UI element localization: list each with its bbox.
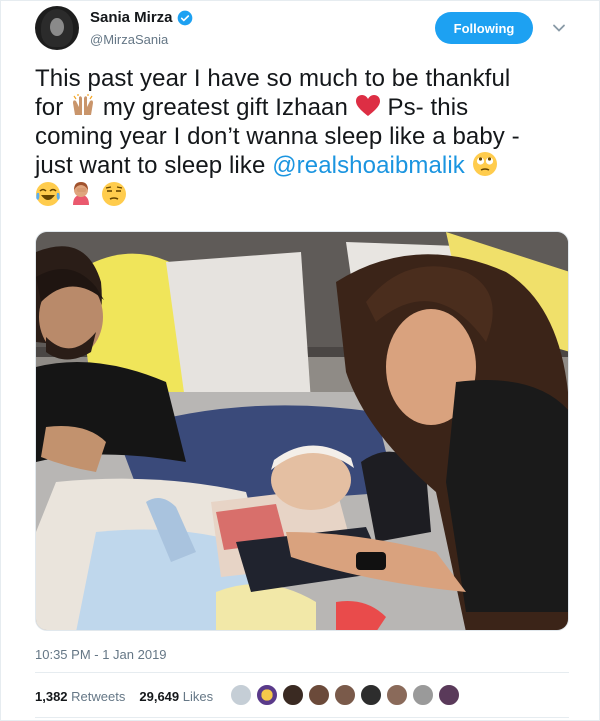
tweet-line: coming year I don’t wanna sleep like a b… — [35, 123, 520, 150]
likes-label: Likes — [182, 689, 214, 704]
display-name[interactable]: Sania Mirza — [90, 9, 173, 26]
tweet-line: for my greatest gift Izhaan Ps- this — [35, 93, 565, 122]
rolling-eyes-emoji-icon — [472, 152, 497, 176]
divider — [35, 717, 569, 718]
chevron-down-icon[interactable] — [552, 21, 566, 35]
tweet-card: Sania Mirza @MirzaSania Following This p… — [0, 0, 600, 721]
family-photo-image — [36, 232, 568, 630]
tweet-line: This past year I have so much to be than… — [35, 65, 511, 92]
retweets-label: Retweets — [71, 689, 126, 704]
tweet-line — [35, 181, 565, 210]
likes-stat[interactable]: 29,649 Likes — [139, 689, 213, 704]
liker-avatar[interactable] — [256, 684, 278, 706]
avatar[interactable] — [35, 6, 79, 50]
user-handle[interactable]: @MirzaSania — [90, 32, 168, 47]
verified-badge-icon — [177, 10, 192, 25]
retweets-count: 1,382 — [35, 689, 68, 704]
liker-avatar[interactable] — [282, 684, 304, 706]
tweet-text-span: for — [35, 94, 71, 121]
tweet-photo[interactable] — [35, 231, 569, 631]
liker-avatar[interactable] — [386, 684, 408, 706]
liker-avatars — [230, 684, 464, 706]
liker-avatar[interactable] — [438, 684, 460, 706]
tweet-text-span: Ps- this — [380, 94, 469, 121]
mention-link[interactable]: @realshoaibmalik — [272, 152, 465, 179]
engagement-stats: 1,382 Retweets 29,649 Likes — [35, 689, 227, 704]
liker-avatar[interactable] — [308, 684, 330, 706]
facepalm-emoji-icon — [72, 182, 89, 205]
tweet-text-span: just want to sleep like — [35, 152, 273, 179]
author-name-row[interactable]: Sania Mirza — [90, 9, 193, 26]
retweets-stat[interactable]: 1,382 Retweets — [35, 689, 125, 704]
tweet-timestamp[interactable]: 10:35 PM - 1 Jan 2019 — [35, 647, 167, 662]
unamused-emoji-icon — [101, 182, 126, 206]
following-button[interactable]: Following — [435, 12, 533, 44]
red-heart-emoji-icon — [355, 95, 380, 116]
tweet-text-span: my greatest gift Izhaan — [96, 94, 355, 121]
tweet-line: just want to sleep like @realshoaibmalik — [35, 151, 565, 180]
liker-avatar[interactable] — [360, 684, 382, 706]
liker-avatar[interactable] — [230, 684, 252, 706]
tweet-text: This past year I have so much to be than… — [35, 64, 565, 210]
tears-of-joy-emoji-icon — [36, 182, 60, 206]
liker-avatar[interactable] — [412, 684, 434, 706]
divider — [35, 672, 569, 673]
raised-hands-emoji-icon — [73, 94, 94, 115]
likes-count: 29,649 — [139, 689, 180, 704]
liker-avatar[interactable] — [334, 684, 356, 706]
